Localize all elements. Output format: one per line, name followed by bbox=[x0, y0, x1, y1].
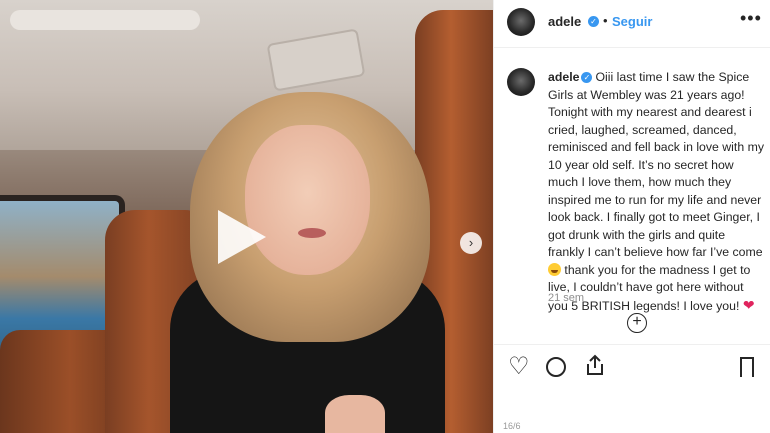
follow-button[interactable]: Seguir bbox=[612, 14, 652, 29]
load-more-comments-icon[interactable]: + bbox=[627, 313, 647, 333]
post-timestamp[interactable]: 21 sem bbox=[548, 292, 584, 304]
caption-body-1: Oiii last time I saw the Spice Girls at … bbox=[548, 70, 764, 259]
caption-section: adele ✓ Oiii last time I saw the Spice Gir… bbox=[494, 48, 770, 343]
person-mouth bbox=[298, 228, 326, 238]
ceiling-handle bbox=[10, 10, 200, 30]
play-icon[interactable] bbox=[218, 210, 266, 264]
comment-icon[interactable] bbox=[546, 357, 566, 377]
verified-badge-icon: ✓ bbox=[588, 16, 599, 27]
video-frame[interactable]: › bbox=[0, 0, 493, 433]
caption-text: adele ✓ Oiii last time I saw the Spice Gir… bbox=[548, 69, 764, 315]
avatar[interactable] bbox=[507, 68, 535, 96]
page-counter: 16/6 bbox=[503, 421, 521, 431]
more-options-icon[interactable]: ••• bbox=[740, 8, 762, 29]
caption-body-2: thank you for the madness I get to live,… bbox=[548, 262, 751, 313]
heart-emoji-icon: ❤ bbox=[742, 296, 755, 313]
post-panel: adele ✓ • Seguir ••• adele ✓ Oiii last tim… bbox=[493, 0, 770, 433]
verified-badge-icon: ✓ bbox=[581, 72, 593, 83]
header-username[interactable]: adele bbox=[548, 14, 581, 29]
save-icon[interactable] bbox=[740, 357, 754, 378]
next-chevron-icon[interactable]: › bbox=[460, 232, 482, 254]
caption-username[interactable]: adele bbox=[548, 70, 579, 84]
post-actions: ♡ bbox=[494, 344, 770, 394]
avatar[interactable] bbox=[507, 8, 535, 36]
share-icon[interactable] bbox=[584, 353, 606, 382]
separator-dot: • bbox=[603, 13, 608, 28]
person-hand bbox=[325, 395, 385, 433]
like-icon[interactable]: ♡ bbox=[508, 355, 530, 379]
laughing-emoji-icon bbox=[548, 262, 561, 276]
post-header: adele ✓ • Seguir ••• bbox=[494, 0, 770, 48]
